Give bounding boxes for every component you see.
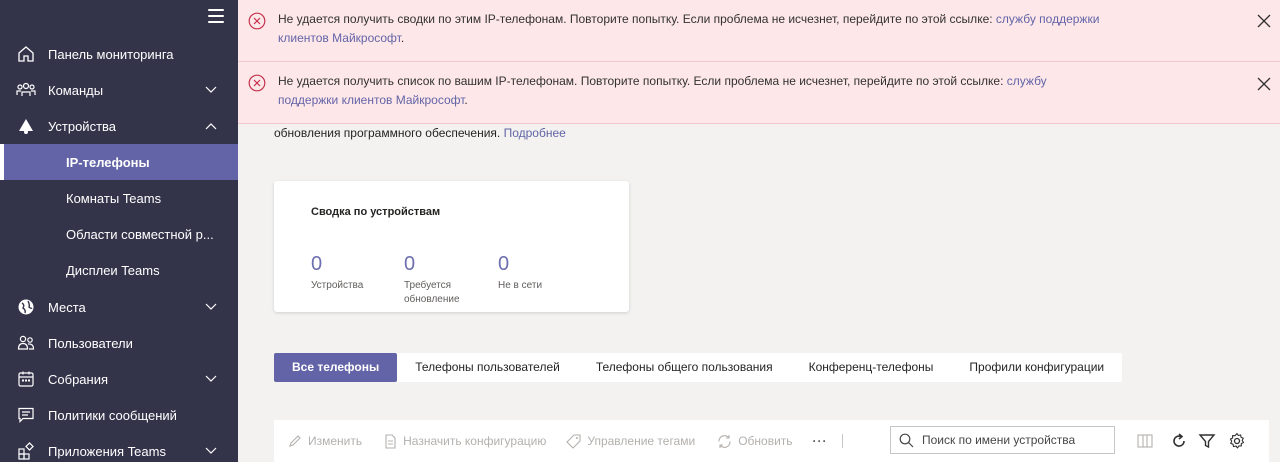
error-text-end: . [464,93,468,107]
stat-value: 0 [404,253,416,275]
sidebar-item-ip-phones[interactable]: IP-телефоны [0,144,238,180]
assign-config-button[interactable]: Назначить конфигурацию [384,433,547,449]
search-input[interactable] [922,433,1112,447]
error-icon [248,12,266,30]
tag-icon [566,433,581,449]
stat-update-required: 0 Требуется обновление [404,253,482,307]
tab-common-area-phones[interactable]: Телефоны общего пользования [578,353,791,382]
sidebar-item-teams-displays[interactable]: Дисплеи Teams [0,252,238,288]
stat-value: 0 [498,253,510,275]
error-banner: Не удается получить список по вашим IP-т… [238,62,1280,124]
sidebar-item-label: Политики сообщений [48,407,177,423]
toolbar: Изменить Назначить конфигурацию Управлен… [274,420,1269,462]
stat-label: Требуется обновление [404,280,460,305]
sidebar-item-teams-apps[interactable]: Приложения Teams [0,433,238,462]
search-icon [899,433,914,447]
hamburger-menu-icon[interactable] [208,9,224,23]
phone-tabs: Все телефоны Телефоны пользователей Теле… [274,353,1123,382]
error-text: Не удается получить список по вашим IP-т… [278,74,1007,88]
more-options-button[interactable]: ··· [813,434,828,448]
sidebar-item-users[interactable]: Пользователи [0,325,238,361]
toolbar-divider [841,434,843,448]
stat-devices: 0 Устройства [311,253,396,293]
refresh-label: Обновить [738,434,793,448]
document-icon [385,433,396,449]
sidebar-item-label: Места [48,299,86,315]
sidebar-item-label: Пользователи [48,335,133,351]
chat-icon [16,405,36,425]
sidebar: Панель мониторинга Команды Устройства IP… [0,0,238,462]
main-content: обновления программного обеспечения. Под… [238,0,1280,462]
card-title: Сводка по устройствам [311,206,441,218]
pencil-icon [289,435,301,447]
close-icon[interactable] [1256,13,1272,29]
error-message: Не удается получить сводки по этим IP-те… [278,0,1108,61]
stat-value: 0 [311,253,323,275]
chevron-down-icon [204,83,218,97]
home-icon [16,44,36,64]
manage-tags-label: Управление тегами [587,434,696,448]
sidebar-item-label: Собрания [48,371,109,387]
sidebar-item-devices[interactable]: Устройства [0,108,238,144]
globe-icon [16,297,36,317]
sidebar-item-label: Панель мониторинга [48,46,174,62]
error-message: Не удается получить список по вашим IP-т… [278,62,1098,123]
chevron-down-icon [204,444,218,458]
device-summary-card: Сводка по устройствам 0 Устройства 0 Тре… [274,181,629,312]
column-view-icon[interactable] [1136,432,1154,450]
error-text-end: . [400,31,405,45]
sidebar-item-collab-bars[interactable]: Области совместной р... [0,216,238,252]
settings-gear-icon[interactable] [1228,432,1246,450]
sidebar-item-locations[interactable]: Места [0,289,238,325]
sidebar-item-teams[interactable]: Команды [0,72,238,108]
sidebar-item-label: Комнаты Teams [66,190,162,206]
tab-conference-phones[interactable]: Конференц-телефоны [791,353,952,382]
filter-icon[interactable] [1198,432,1216,450]
calendar-icon [16,369,36,389]
assign-config-label: Назначить конфигурацию [403,434,547,448]
page-description: обновления программного обеспечения. Под… [274,126,566,140]
error-banner: Не удается получить сводки по этим IP-те… [238,0,1280,62]
stat-offline: 0 Не в сети [498,253,583,293]
learn-more-link[interactable]: Подробнее [504,126,566,140]
sidebar-item-label: IP-телефоны [66,154,150,170]
sidebar-item-label: Устройства [48,118,117,134]
apps-icon [16,441,36,461]
error-icon [248,74,266,92]
edit-button[interactable]: Изменить [288,434,362,448]
manage-tags-button[interactable]: Управление тегами [566,433,696,449]
chevron-down-icon [204,300,218,314]
sidebar-item-dashboard[interactable]: Панель мониторинга [0,36,238,72]
teams-people-icon [16,80,36,100]
search-box [890,426,1115,454]
description-text: обновления программного обеспечения. [274,126,504,140]
sidebar-item-label: Команды [48,82,104,98]
users-icon [16,333,36,353]
stat-label: Не в сети [498,280,543,291]
sidebar-item-teams-rooms[interactable]: Комнаты Teams [0,180,238,216]
tab-all-phones[interactable]: Все телефоны [274,353,398,382]
chevron-up-icon [204,119,218,133]
error-text: Не удается получить сводки по этим IP-те… [278,12,996,26]
edit-label: Изменить [308,434,363,448]
stat-label: Устройства [311,280,364,291]
refresh-button[interactable]: Обновить [717,434,793,449]
sidebar-item-meetings[interactable]: Собрания [0,361,238,397]
sync-icon [718,434,731,448]
tab-user-phones[interactable]: Телефоны пользователей [397,353,578,382]
sidebar-item-messaging-policies[interactable]: Политики сообщений [0,397,238,433]
close-icon[interactable] [1256,76,1272,92]
tab-configuration-profiles[interactable]: Профили конфигурации [951,353,1122,382]
devices-icon [16,116,36,136]
sidebar-item-label: Приложения Teams [48,443,166,459]
sidebar-item-label: Дисплеи Teams [66,262,160,278]
sidebar-item-label: Области совместной р... [66,226,214,242]
chevron-down-icon [204,372,218,386]
reload-icon[interactable] [1170,432,1188,450]
